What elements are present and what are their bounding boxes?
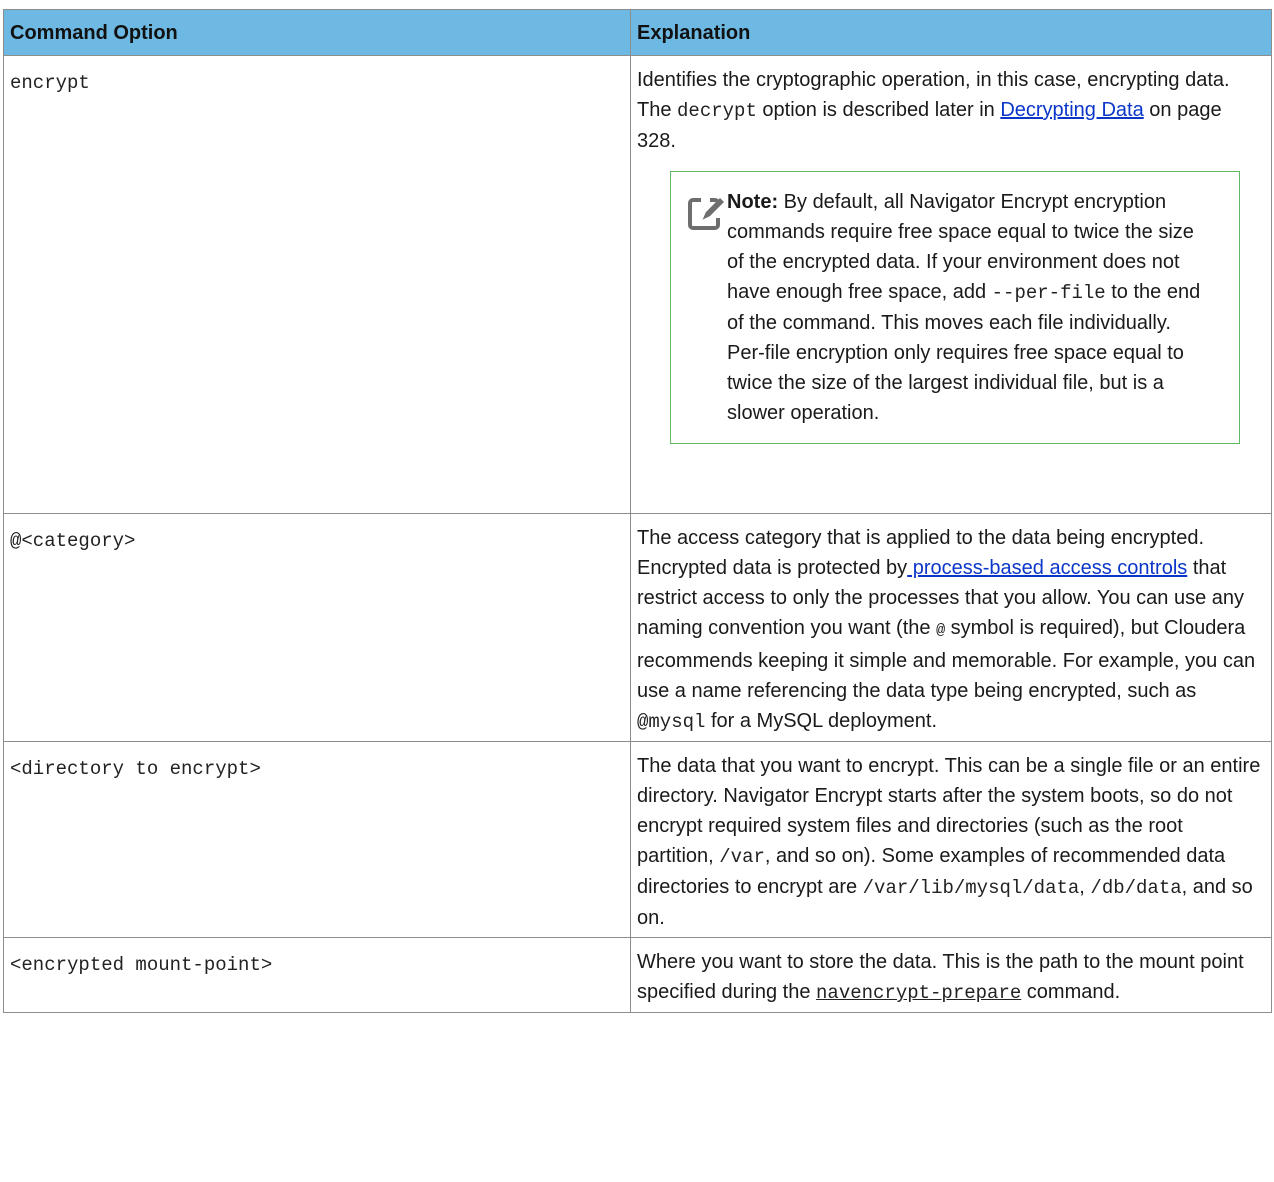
table-row: @<category> The access category that is … bbox=[3, 513, 1272, 742]
text-span: option is described later in bbox=[756, 99, 1001, 121]
text-span: for a MySQL deployment. bbox=[705, 710, 938, 732]
process-based-access-controls-link[interactable]: process-based access controls bbox=[907, 557, 1188, 579]
note-box: Note: By default, all Navigator Encrypt … bbox=[670, 171, 1240, 444]
option-directory: <directory to encrypt> bbox=[10, 758, 261, 780]
explanation-text: The access category that is applied to t… bbox=[637, 523, 1265, 737]
code-db-data: /db/data bbox=[1090, 877, 1182, 899]
option-cell: <encrypted mount-point> bbox=[3, 937, 631, 1013]
option-cell: @<category> bbox=[3, 513, 631, 742]
code-per-file: --per-file bbox=[991, 282, 1106, 304]
text-span: command. bbox=[1021, 981, 1121, 1003]
explanation-cell: The data that you want to encrypt. This … bbox=[630, 741, 1272, 938]
option-encrypt: encrypt bbox=[10, 72, 90, 94]
explanation-text: Where you want to store the data. This i… bbox=[637, 947, 1265, 1008]
code-var-lib-mysql-data: /var/lib/mysql/data bbox=[862, 877, 1080, 899]
navencrypt-prepare-link[interactable]: navencrypt-prepare bbox=[816, 982, 1021, 1004]
table-row: <encrypted mount-point> Where you want t… bbox=[3, 937, 1272, 1013]
header-command-option: Command Option bbox=[3, 9, 631, 56]
option-mount-point: <encrypted mount-point> bbox=[10, 954, 273, 976]
note-label: Note: bbox=[727, 191, 779, 213]
decrypting-data-link[interactable]: Decrypting Data bbox=[1000, 99, 1143, 121]
code-var: /var bbox=[719, 846, 765, 868]
option-category: @<category> bbox=[10, 530, 136, 552]
explanation-cell: Where you want to store the data. This i… bbox=[630, 937, 1272, 1013]
code-decrypt: decrypt bbox=[677, 100, 757, 122]
option-cell: encrypt bbox=[3, 55, 631, 514]
explanation-cell: Identifies the cryptographic operation, … bbox=[630, 55, 1272, 514]
table-row: <directory to encrypt> The data that you… bbox=[3, 741, 1272, 938]
explanation-text: Identifies the cryptographic operation, … bbox=[637, 65, 1265, 156]
code-at-symbol: @ bbox=[936, 622, 946, 639]
header-explanation: Explanation bbox=[630, 9, 1272, 56]
table-row: encrypt Identifies the cryptographic ope… bbox=[3, 55, 1272, 514]
command-options-table: Command Option Explanation encrypt Ident… bbox=[3, 9, 1272, 1013]
note-pencil-icon bbox=[688, 196, 724, 230]
option-cell: <directory to encrypt> bbox=[3, 741, 631, 938]
explanation-text: The data that you want to encrypt. This … bbox=[637, 751, 1265, 933]
text-span: , bbox=[1079, 876, 1091, 898]
code-mysql: @mysql bbox=[637, 711, 706, 733]
explanation-cell: The access category that is applied to t… bbox=[630, 513, 1272, 742]
table-header-row: Command Option Explanation bbox=[3, 9, 1272, 56]
